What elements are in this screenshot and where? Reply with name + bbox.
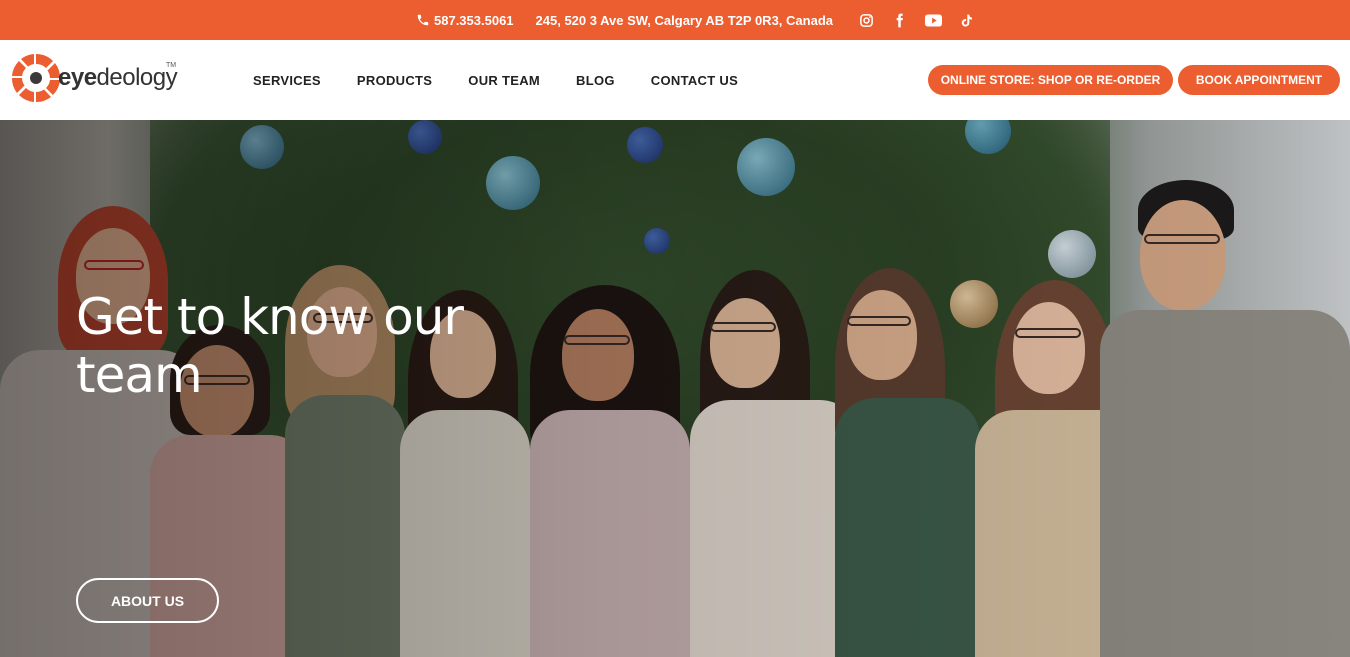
nav-our-team[interactable]: OUR TEAM [468,73,540,88]
logo-wordmark: eyedeology [58,64,178,91]
instagram-icon[interactable] [859,13,874,28]
nav-blog[interactable]: BLOG [576,73,615,88]
nav-services[interactable]: SERVICES [253,73,321,88]
site-header: eyedeology TM SERVICES PRODUCTS OUR TEAM… [0,40,1350,120]
about-us-button[interactable]: ABOUT US [76,578,219,623]
phone-link[interactable]: 587.353.5061 [416,13,514,28]
phone-number: 587.353.5061 [434,12,514,28]
phone-icon [417,14,429,26]
nav-products[interactable]: PRODUCTS [357,73,432,88]
online-store-button[interactable]: ONLINE STORE: SHOP OR RE-ORDER [928,65,1173,95]
hero-title: Get to know our team [76,288,464,404]
main-nav: SERVICES PRODUCTS OUR TEAM BLOG CONTACT … [253,40,774,120]
logo-trademark: TM [166,62,177,69]
logo[interactable]: eyedeology TM [10,52,178,104]
nav-contact-us[interactable]: CONTACT US [651,73,738,88]
social-links [859,13,974,28]
logo-mark-icon [11,53,61,103]
address-text: 245, 520 3 Ave SW, Calgary AB T2P 0R3, C… [535,12,833,28]
youtube-icon[interactable] [925,13,942,27]
hero-section: Get to know our team ABOUT US [0,120,1350,657]
top-bar: 587.353.5061 245, 520 3 Ave SW, Calgary … [0,0,1350,40]
facebook-icon[interactable] [892,13,907,28]
book-appointment-button[interactable]: BOOK APPOINTMENT [1178,65,1340,95]
tiktok-icon[interactable] [960,13,974,28]
